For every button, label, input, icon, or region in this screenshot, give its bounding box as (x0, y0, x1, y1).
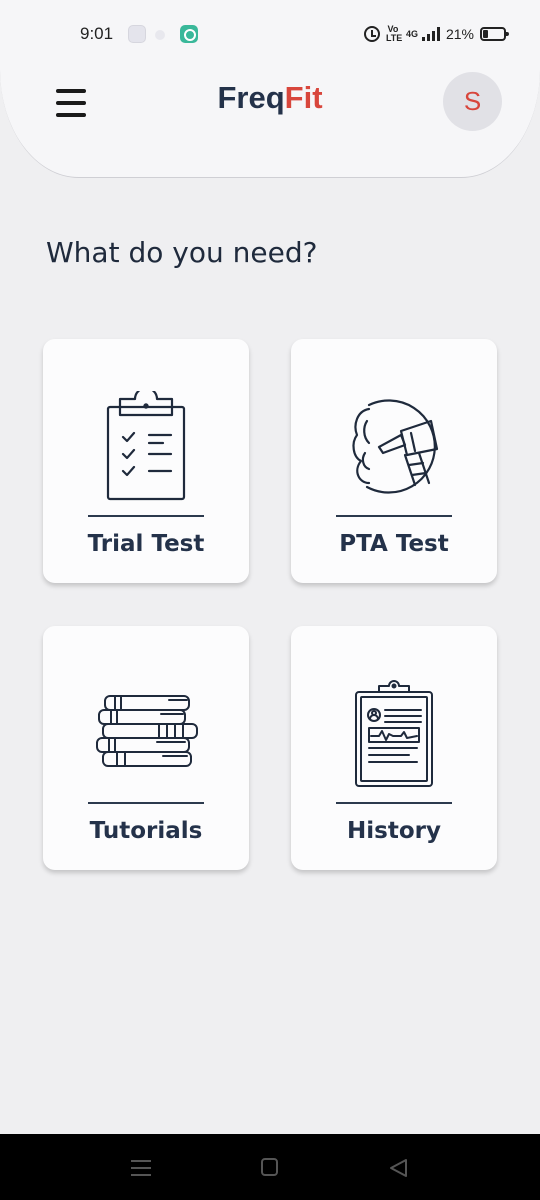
back-icon[interactable] (388, 1158, 408, 1178)
clipboard-checklist-icon (106, 391, 186, 501)
pta-test-label: PTA Test (339, 531, 449, 557)
card-divider (88, 515, 204, 517)
app-header: FreqFit S (0, 70, 540, 178)
brand-name-part1: Freq (217, 80, 285, 115)
avatar[interactable]: S (443, 72, 502, 131)
signal-icon (421, 27, 440, 41)
page-question: What do you need? (46, 236, 318, 269)
tutorials-card[interactable]: Tutorials (43, 626, 249, 870)
recent-apps-icon[interactable] (131, 1160, 151, 1176)
history-card[interactable]: History (291, 626, 497, 870)
card-divider (88, 802, 204, 804)
status-time: 9:01 (80, 24, 114, 43)
books-stack-icon (96, 695, 198, 767)
volte-indicator: Vo LTE (385, 24, 403, 43)
otoscope-ear-icon (352, 399, 439, 494)
history-label: History (347, 818, 441, 844)
battery-percent: 21% (445, 26, 474, 42)
notification-dot-icon (155, 30, 165, 40)
brand-name-part2: Fit (284, 80, 323, 115)
status-bar: 9:01 Vo LTE 4G 21% (0, 0, 540, 70)
alarm-icon (363, 26, 380, 42)
network-type: 4G (405, 29, 418, 39)
tutorials-label: Tutorials (89, 818, 203, 844)
card-divider (336, 515, 452, 517)
status-indicators: Vo LTE 4G 21% (363, 24, 509, 44)
home-icon[interactable] (261, 1158, 278, 1176)
trial-test-card[interactable]: Trial Test (43, 339, 249, 583)
medical-record-icon (355, 680, 433, 787)
system-nav-bar (0, 1134, 540, 1200)
notification-icon (128, 25, 146, 43)
chat-notification-icon (180, 25, 198, 43)
pta-test-card[interactable]: PTA Test (291, 339, 497, 583)
card-divider (336, 802, 452, 804)
trial-test-label: Trial Test (87, 531, 205, 557)
battery-icon (480, 27, 509, 41)
